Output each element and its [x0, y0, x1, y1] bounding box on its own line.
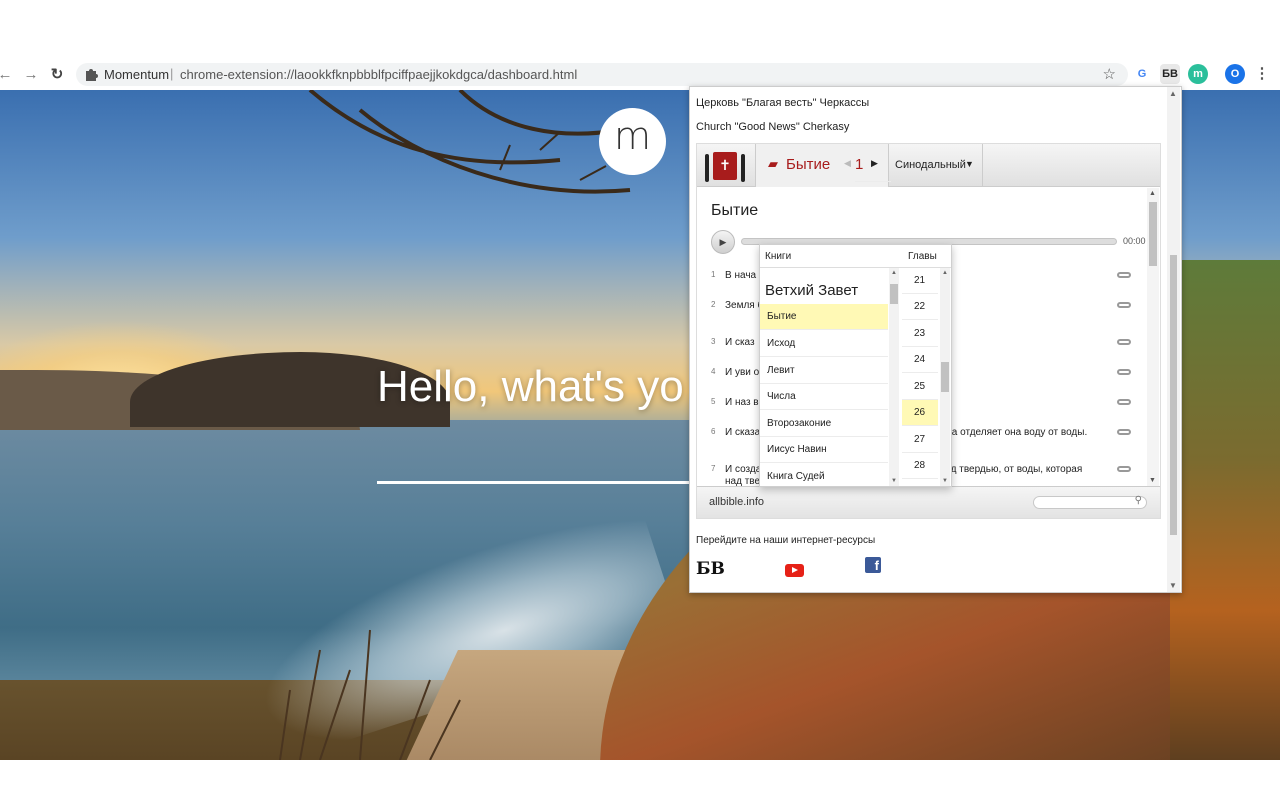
facebook-icon[interactable]: f [865, 557, 881, 573]
list-item[interactable]: Бытие [760, 304, 888, 330]
bible-logo-icon[interactable]: ✝ [713, 152, 737, 180]
scroll-up-icon[interactable]: ▲ [942, 270, 948, 276]
prev-chapter-icon[interactable]: ◀ [844, 158, 851, 169]
book-icon: ▰ [768, 156, 778, 171]
books-header: Книги [765, 251, 792, 262]
list-item[interactable]: Книга Судей [760, 464, 888, 486]
name-input-underline[interactable] [377, 481, 689, 484]
momentum-extension-icon[interactable]: m [1188, 64, 1208, 84]
site-name: Momentum [104, 67, 170, 82]
verse-scrollbar[interactable]: ▲ ▼ [1147, 188, 1159, 486]
scroll-up-icon[interactable]: ▲ [1169, 89, 1177, 98]
bible-toolbar: ✝ ▰ Бытие ◀ 1 ▶ Синодальный ▼ [697, 144, 1160, 187]
book-chapter-dropdown: Книги Главы Ветхий Завет Бытие Исход Лев… [759, 244, 952, 487]
forward-icon[interactable]: → [22, 66, 40, 84]
link-icon[interactable] [1117, 429, 1131, 435]
translate-extension-icon[interactable]: G [1132, 64, 1152, 84]
verse-number: 3 [711, 337, 716, 346]
next-chapter-icon[interactable]: ▶ [871, 158, 878, 169]
extension-popup: Церковь "Благая весть" Черкассы Church "… [689, 86, 1182, 593]
books-list: Ветхий Завет Бытие Исход Левит Числа Вто… [760, 268, 888, 486]
reload-icon[interactable]: ↻ [48, 66, 66, 84]
search-input[interactable]: ⚲ [1033, 495, 1147, 509]
scroll-down-icon[interactable]: ▼ [1169, 581, 1177, 590]
bible-widget: ✝ ▰ Бытие ◀ 1 ▶ Синодальный ▼ Бытие ▶ 00… [696, 143, 1161, 519]
play-icon[interactable]: ▶ [711, 230, 735, 254]
link-icon[interactable] [1117, 272, 1131, 278]
scroll-up-icon[interactable]: ▲ [891, 270, 897, 276]
link-icon[interactable] [1117, 369, 1131, 375]
bv-extension-icon[interactable]: БВ [1160, 64, 1180, 84]
church-name-en: Church "Good News" Cherkasy [696, 121, 850, 133]
book-selector[interactable]: ▰ Бытие ◀ 1 ▶ [755, 144, 891, 187]
widget-footer: allbible.info ⚲ [697, 486, 1160, 518]
url-separator: | [170, 66, 174, 81]
scroll-down-icon[interactable]: ▼ [891, 478, 897, 484]
momentum-logo: m [599, 108, 666, 175]
list-item[interactable]: 21 [902, 268, 938, 294]
list-item[interactable]: Исход [760, 331, 888, 357]
list-item[interactable]: 27 [902, 427, 938, 453]
chrome-menu-icon[interactable]: ⋮ [1252, 64, 1272, 84]
extension-puzzle-icon [86, 69, 98, 81]
verse-number: 7 [711, 464, 716, 473]
bare-shrubs [279, 629, 461, 760]
link-icon[interactable] [1117, 399, 1131, 405]
list-item[interactable]: 28 [902, 453, 938, 479]
right-cliff [1170, 260, 1280, 760]
testament-section-title: Ветхий Завет [765, 282, 859, 299]
chapters-scrollbar[interactable]: ▲ ▼ [940, 268, 950, 486]
list-item[interactable]: 22 [902, 294, 938, 320]
scroll-down-icon[interactable]: ▼ [1149, 477, 1156, 484]
church-name-ru: Церковь "Благая весть" Черкассы [696, 97, 870, 109]
search-icon[interactable]: ⚲ [1135, 495, 1142, 506]
list-item[interactable]: Числа [760, 384, 888, 410]
chevron-down-icon[interactable]: ▼ [965, 159, 974, 169]
list-item[interactable]: Иисус Навин [760, 437, 888, 463]
list-item[interactable]: 25 [902, 374, 938, 400]
link-icon[interactable] [1117, 302, 1131, 308]
scroll-up-icon[interactable]: ▲ [1149, 190, 1156, 197]
resources-caption: Перейдите на наши интернет-ресурсы [696, 535, 876, 546]
audio-time: 00:00 [1123, 236, 1146, 246]
address-bar[interactable]: Momentum | chrome-extension://laookkfknp… [76, 63, 1128, 86]
back-icon[interactable]: ← [0, 66, 14, 84]
translation-select[interactable]: Синодальный [895, 159, 966, 171]
link-icon[interactable] [1117, 466, 1131, 472]
list-item[interactable]: Левит [760, 358, 888, 384]
list-item[interactable]: Второзаконие [760, 411, 888, 437]
book-name[interactable]: Бытие [786, 156, 830, 173]
books-scrollbar[interactable]: ▲ ▼ [889, 268, 899, 486]
list-item[interactable]: 24 [902, 347, 938, 373]
popup-scrollbar[interactable]: ▲ ▼ [1167, 87, 1180, 592]
verse-number: 6 [711, 427, 716, 436]
verse-number: 5 [711, 397, 716, 406]
youtube-icon[interactable] [785, 564, 804, 577]
scrollbar-thumb[interactable] [890, 284, 898, 304]
list-item[interactable]: 23 [902, 321, 938, 347]
bookmark-star-icon[interactable]: ☆ [1103, 65, 1116, 83]
knife-icon [741, 154, 745, 182]
scrollbar-thumb[interactable] [1149, 202, 1157, 266]
chapter-title: Бытие [711, 202, 759, 219]
bottom-blank-area [0, 760, 1280, 800]
scroll-down-icon[interactable]: ▼ [942, 478, 948, 484]
bv-site-icon[interactable]: БВ [696, 559, 725, 579]
verse-number: 4 [711, 367, 716, 376]
verse-number: 2 [711, 300, 716, 309]
greeting-text: Hello, what's yo [377, 362, 684, 411]
chapters-header: Главы [908, 251, 937, 262]
verse-number: 1 [711, 270, 716, 279]
scrollbar-thumb[interactable] [941, 362, 949, 392]
toolbar-divider [982, 144, 983, 187]
list-item[interactable]: 26 [902, 400, 938, 426]
footer-site-link[interactable]: allbible.info [709, 496, 764, 508]
chapters-list: 21 22 23 24 25 26 27 28 [902, 268, 938, 486]
url-text[interactable]: chrome-extension://laookkfknpbbblfpciffp… [180, 67, 577, 82]
profile-avatar[interactable]: O [1225, 64, 1245, 84]
scrollbar-thumb[interactable] [1170, 255, 1177, 535]
link-icon[interactable] [1117, 339, 1131, 345]
top-blank-area [0, 0, 1280, 60]
fork-icon [705, 154, 709, 182]
